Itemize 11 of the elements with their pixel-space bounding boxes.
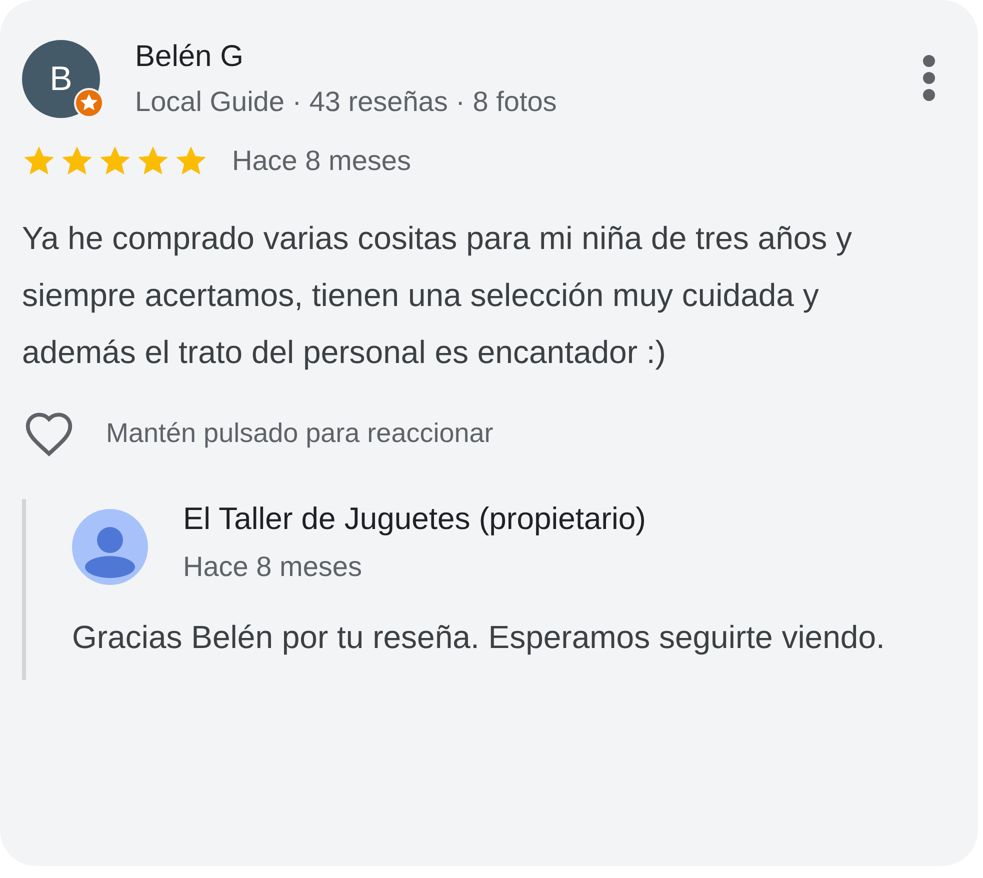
reply-text: Gracias Belén por tu reseña. Esperamos seguirte viendo. (72, 618, 886, 657)
reply-date: Hace 8 meses (183, 550, 363, 584)
reaction-hint: Mantén pulsado para reaccionar (106, 416, 494, 450)
owner-name: El Taller de Juguetes (propietario) (183, 500, 646, 538)
review-date: Hace 8 meses (232, 144, 411, 178)
more-options-button[interactable] (922, 54, 936, 102)
owner-avatar-icon (72, 509, 148, 585)
review-text: Ya he comprado varias cositas para mi niña de tres años y siempre acertamos, tienen una selección muy cuidada y además el trato del personal es encantador :) (22, 219, 854, 372)
reviewer-name[interactable]: Belén G (135, 38, 922, 76)
more-vert-icon (922, 54, 936, 102)
reviewer-stats: Local Guide · 43 reseñas · 8 fotos (135, 85, 558, 119)
